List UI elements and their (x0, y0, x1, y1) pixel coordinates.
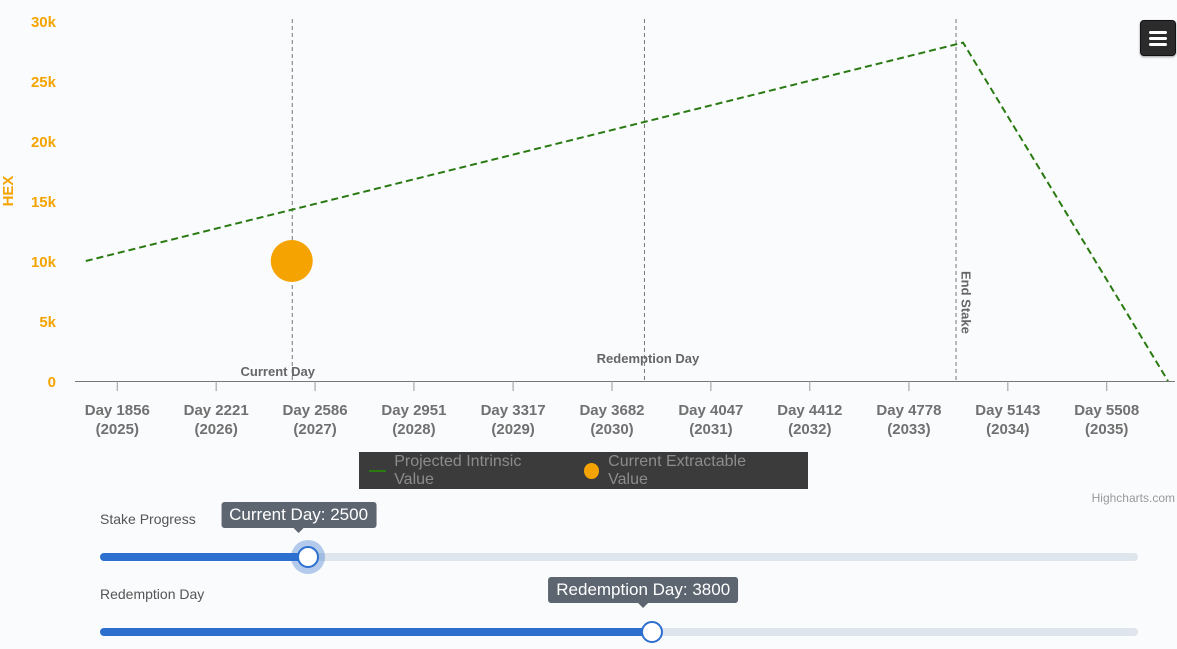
x-tick-label: Day 2586 (283, 402, 348, 419)
x-tick-label: Day 5143 (975, 402, 1040, 419)
x-tick-label: Day 3682 (579, 402, 644, 419)
x-tick-sublabel: (2030) (590, 421, 633, 438)
y-tick-label: 10k (31, 254, 57, 271)
projected-intrinsic-value-line (85, 41, 1169, 382)
y-tick-label: 30k (31, 14, 57, 31)
x-tick-sublabel: (2029) (491, 421, 534, 438)
legend-label: Current Extractable Value (608, 452, 746, 488)
x-tick-sublabel: (2031) (689, 421, 732, 438)
plot-line-label: End Stake (959, 271, 974, 334)
current-day-tooltip: Current Day: 2500 (221, 502, 377, 533)
line-symbol-icon (369, 469, 387, 472)
x-tick-label: Day 5508 (1074, 402, 1139, 419)
y-tick-label: 15k (31, 194, 57, 211)
plot-line-label: Redemption Day (597, 351, 700, 366)
x-tick-label: Day 4047 (678, 402, 743, 419)
x-tick-sublabel: (2026) (194, 421, 237, 438)
x-tick-label: Day 3317 (481, 402, 546, 419)
highcharts-credits[interactable]: Highcharts.com (1060, 491, 1175, 505)
x-tick-sublabel: (2034) (986, 421, 1029, 438)
x-tick-sublabel: (2032) (788, 421, 831, 438)
hamburger-menu-icon (1149, 31, 1167, 34)
plot-line-label: Current Day (241, 364, 316, 379)
slider-fill (100, 628, 653, 636)
y-tick-label: 5k (39, 314, 56, 331)
stake-progress-label: Stake Progress (100, 511, 196, 527)
legend-label: Projected Intrinsic Value (394, 452, 522, 488)
y-tick-label: 20k (31, 134, 57, 151)
y-tick-label: 0 (48, 374, 56, 391)
x-tick-sublabel: (2035) (1085, 421, 1128, 438)
redemption-day-tooltip: Redemption Day: 3800 (548, 577, 739, 608)
chart-canvas: 0 5k 10k 15k 20k 25k 30k HEX Day 1856 (2025) Day 2… (0, 14, 1175, 438)
x-tick-label: Day 4778 (876, 402, 941, 419)
redemption-day-label: Redemption Day (100, 586, 205, 602)
redemption-day-slider[interactable]: Redemption Day: 3800 (100, 577, 1138, 643)
x-tick-label: Day 2221 (184, 402, 249, 419)
x-tick-label: Day 1856 (85, 402, 150, 419)
x-tick-sublabel: (2033) (887, 421, 930, 438)
x-tick-label: Day 2951 (381, 402, 446, 419)
hex-stake-chart: 0 5k 10k 15k 20k 25k 30k HEX Day 1856 (2025) Day 2… (0, 0, 1177, 510)
y-axis-title: HEX (0, 176, 17, 207)
slider-fill (100, 553, 308, 561)
dot-symbol-icon (583, 462, 600, 479)
slider-thumb[interactable]: Redemption Day: 3800 (548, 577, 739, 643)
x-tick-label: Day 4412 (777, 402, 842, 419)
x-tick-sublabel: (2028) (392, 421, 435, 438)
slider-thumb[interactable]: Current Day: 2500 (221, 502, 377, 568)
legend-item-current[interactable]: Current Extractable Value (583, 452, 782, 489)
current-extractable-value-point (270, 240, 313, 282)
chart-legend: Projected Intrinsic Value Current Extrac… (359, 452, 808, 489)
legend-item-projected[interactable]: Projected Intrinsic Value (369, 453, 558, 489)
x-tick-sublabel: (2025) (96, 421, 139, 438)
y-tick-label: 25k (31, 74, 57, 91)
chart-menu-button[interactable] (1140, 20, 1176, 56)
stake-progress-slider[interactable]: Current Day: 2500 (100, 502, 1138, 568)
x-tick-sublabel: (2027) (293, 421, 336, 438)
